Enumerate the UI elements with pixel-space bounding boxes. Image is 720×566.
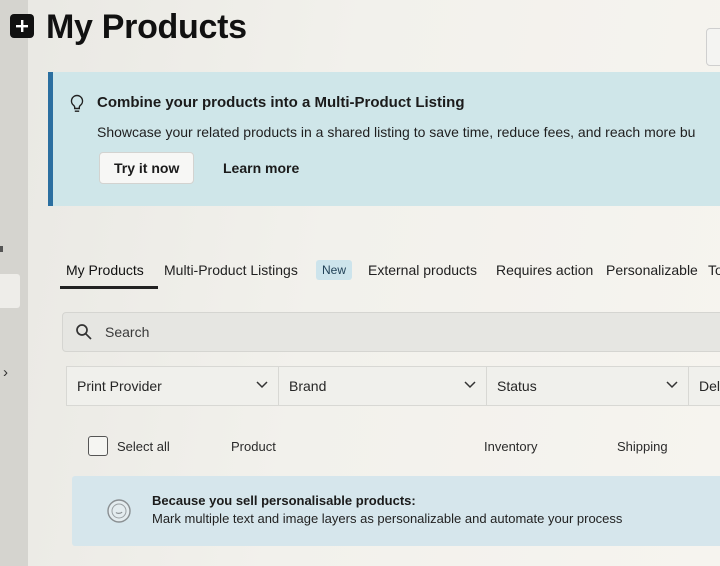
chevron-down-icon — [256, 381, 268, 389]
filter-label: Brand — [289, 378, 327, 394]
search-icon — [76, 324, 92, 340]
tab-to[interactable]: To — [708, 262, 720, 278]
filter-bar: Print Provider Brand Status Del — [66, 366, 720, 406]
personalization-info-banner: Because you sell personalisable products… — [72, 476, 720, 546]
chevron-down-icon — [464, 381, 476, 389]
banner-description: Showcase your related products in a shar… — [97, 124, 696, 140]
lightbulb-icon — [69, 94, 85, 119]
print-provider-select[interactable]: Print Provider — [67, 367, 279, 405]
status-select[interactable]: Status — [487, 367, 689, 405]
select-all-label[interactable]: Select all — [117, 439, 170, 454]
tab-external-products[interactable]: External products — [368, 262, 477, 278]
tab-multi-product-listings[interactable]: Multi-Product Listings — [164, 262, 298, 278]
tab-requires-action[interactable]: Requires action — [496, 262, 593, 278]
left-sidebar-edge: › — [0, 0, 28, 566]
filter-label: Del — [699, 378, 720, 394]
page-title: My Products — [46, 8, 247, 46]
learn-more-link[interactable]: Learn more — [223, 160, 299, 176]
sidebar-marker — [0, 246, 3, 252]
personalization-icon — [106, 498, 132, 529]
column-product[interactable]: Product — [231, 439, 276, 454]
column-shipping[interactable]: Shipping — [617, 439, 668, 454]
multi-product-banner: Combine your products into a Multi-Produ… — [48, 72, 720, 206]
filter-label: Print Provider — [77, 378, 162, 394]
banner-title: Combine your products into a Multi-Produ… — [97, 94, 465, 111]
brand-select[interactable]: Brand — [279, 367, 487, 405]
chevron-down-icon — [666, 381, 678, 389]
tab-personalizable[interactable]: Personalizable — [606, 262, 698, 278]
select-all-checkbox[interactable] — [88, 436, 108, 456]
new-badge: New — [316, 260, 353, 280]
sidebar-toggle[interactable] — [0, 274, 20, 308]
filter-label: Status — [497, 378, 537, 394]
column-inventory[interactable]: Inventory — [484, 439, 537, 454]
info-description: Mark multiple text and image layers as p… — [152, 511, 623, 526]
active-tab-indicator — [60, 286, 158, 289]
delivery-select[interactable]: Del — [689, 367, 720, 405]
search-placeholder: Search — [105, 324, 150, 340]
try-it-now-button[interactable]: Try it now — [99, 152, 195, 184]
header-action-button[interactable] — [706, 28, 720, 66]
chevron-right-icon[interactable]: › — [3, 364, 8, 381]
table-header: Select all Product Inventory Shipping — [88, 436, 720, 458]
product-tabs: My Products Multi-Product Listings New E… — [58, 260, 720, 290]
app-logo-icon[interactable] — [10, 14, 34, 38]
info-title: Because you sell personalisable products… — [152, 493, 416, 508]
search-input[interactable]: Search — [62, 312, 720, 352]
tab-my-products[interactable]: My Products — [66, 262, 144, 278]
